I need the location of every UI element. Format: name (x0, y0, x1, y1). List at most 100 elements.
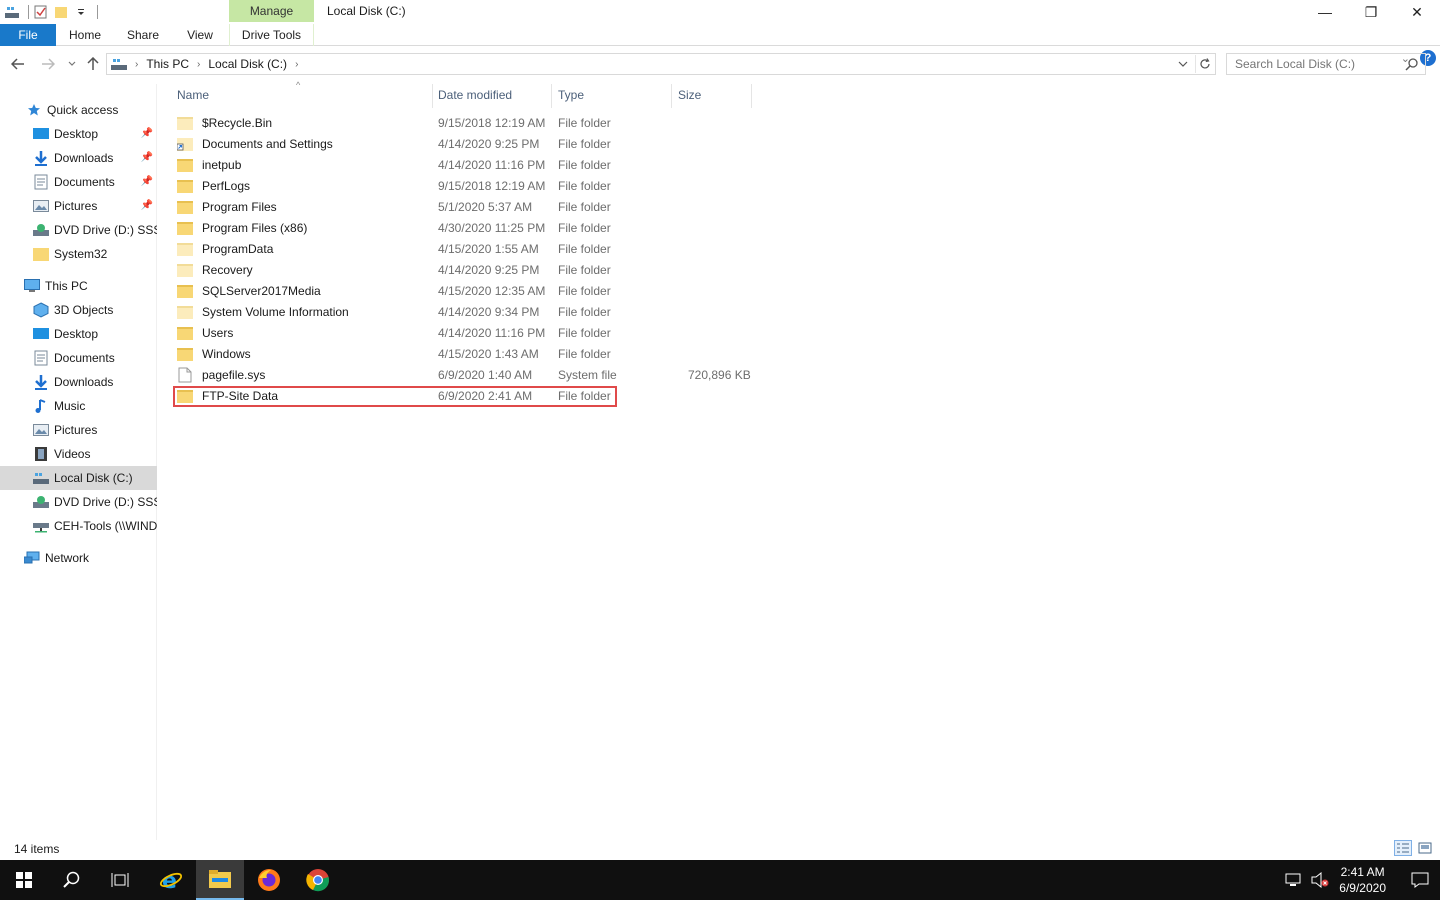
nav-quick-desktop[interactable]: Desktop 📌 (0, 122, 157, 146)
file-type: File folder (558, 346, 611, 361)
file-name-cell[interactable]: Windows (177, 343, 251, 364)
recent-locations-chevron-icon[interactable] (62, 54, 82, 74)
nav-pc-desktop[interactable]: Desktop (0, 322, 157, 346)
file-row[interactable]: pagefile.sys 6/9/2020 1:40 AM System file 7… (173, 364, 753, 385)
nav-pc-dvd-drive[interactable]: DVD Drive (D:) SSS_X (0, 490, 157, 514)
new-folder-icon[interactable] (53, 4, 69, 20)
minimize-button[interactable]: — (1302, 0, 1348, 24)
large-icons-view-icon[interactable] (1416, 840, 1434, 856)
nav-pc-music[interactable]: Music (0, 394, 157, 418)
file-row[interactable]: inetpub 4/14/2020 11:16 PM File folder (173, 154, 753, 175)
properties-icon[interactable] (33, 4, 49, 20)
nav-pc-videos[interactable]: Videos (0, 442, 157, 466)
file-row[interactable]: Documents and Settings 4/14/2020 9:25 PM F… (173, 133, 753, 154)
refresh-icon[interactable] (1195, 55, 1213, 73)
network-status-icon[interactable] (1285, 872, 1303, 888)
nav-pc-documents[interactable]: Documents (0, 346, 157, 370)
file-row[interactable]: System Volume Information 4/14/2020 9:34 … (173, 301, 753, 322)
internet-explorer-button[interactable]: e (147, 860, 195, 900)
nav-quick-dvd-drive[interactable]: DVD Drive (D:) SSS_X (0, 218, 157, 242)
file-name-cell[interactable]: ProgramData (177, 238, 273, 259)
pin-icon[interactable]: 📌 (141, 176, 153, 187)
file-name-cell[interactable]: pagefile.sys (177, 364, 265, 385)
file-row[interactable]: Users 4/14/2020 11:16 PM File folder (173, 322, 753, 343)
file-row[interactable]: FTP-Site Data 6/9/2020 2:41 AM File folder (173, 385, 753, 406)
toolbar-divider (28, 5, 29, 19)
file-row[interactable]: Program Files 5/1/2020 5:37 AM File folder (173, 196, 753, 217)
file-name-cell[interactable]: PerfLogs (177, 175, 250, 196)
column-header-name[interactable]: Name (171, 84, 431, 106)
tab-file[interactable]: File (0, 24, 56, 46)
chrome-button[interactable] (294, 860, 342, 900)
breadcrumb-chevron-icon[interactable]: › (295, 59, 298, 70)
column-header-size[interactable]: Size (672, 84, 752, 106)
file-name-cell[interactable]: Program Files (177, 196, 277, 217)
tab-view[interactable]: View (172, 24, 228, 46)
forward-arrow-icon[interactable] (38, 54, 58, 74)
file-row[interactable]: SQLServer2017Media 4/15/2020 12:35 AM File… (173, 280, 753, 301)
file-name-cell[interactable]: SQLServer2017Media (177, 280, 321, 301)
file-name-cell[interactable]: System Volume Information (177, 301, 349, 322)
folder-icon (177, 220, 193, 236)
search-icon[interactable] (1405, 57, 1419, 71)
file-name-cell[interactable]: $Recycle.Bin (177, 112, 272, 133)
tab-home[interactable]: Home (56, 24, 114, 46)
search-taskbar-button[interactable] (48, 860, 96, 900)
tab-drive-tools[interactable]: Drive Tools (229, 24, 314, 46)
file-explorer-button[interactable] (196, 860, 244, 900)
file-row[interactable]: PerfLogs 9/15/2018 12:19 AM File folder (173, 175, 753, 196)
file-row[interactable]: Program Files (x86) 4/30/2020 11:25 PM Fil… (173, 217, 753, 238)
search-input[interactable] (1235, 57, 1395, 71)
nav-quick-system32[interactable]: System32 (0, 242, 157, 266)
column-divider[interactable] (751, 84, 752, 108)
column-header-date[interactable]: Date modified (432, 84, 552, 106)
breadcrumb-chevron-icon[interactable]: › (135, 59, 138, 70)
tab-share[interactable]: Share (114, 24, 172, 46)
breadcrumb-this-pc[interactable]: This PC (146, 57, 189, 71)
volume-muted-icon[interactable] (1311, 872, 1329, 888)
toolbar-divider (97, 5, 98, 19)
breadcrumb-chevron-icon[interactable]: › (197, 59, 200, 70)
file-name-cell[interactable]: Documents and Settings (177, 133, 333, 154)
address-dropdown-icon[interactable] (1175, 56, 1191, 72)
file-name-cell[interactable]: Recovery (177, 259, 253, 280)
nav-this-pc[interactable]: This PC (0, 274, 157, 298)
pin-icon[interactable]: 📌 (141, 128, 153, 139)
breadcrumb-local-disk[interactable]: Local Disk (C:) (208, 57, 287, 71)
file-name-cell[interactable]: inetpub (177, 154, 241, 175)
up-arrow-icon[interactable] (83, 54, 103, 74)
file-row[interactable]: Recovery 4/14/2020 9:25 PM File folder (173, 259, 753, 280)
file-name-cell[interactable]: Program Files (x86) (177, 217, 307, 238)
address-bar[interactable]: › This PC › Local Disk (C:) › (106, 53, 1216, 75)
details-view-icon[interactable] (1394, 840, 1412, 856)
nav-quick-documents[interactable]: Documents 📌 (0, 170, 157, 194)
nav-quick-downloads[interactable]: Downloads 📌 (0, 146, 157, 170)
search-box[interactable] (1226, 53, 1426, 75)
customize-toolbar-icon[interactable] (73, 4, 89, 20)
firefox-button[interactable] (245, 860, 293, 900)
folder-icon (177, 346, 193, 362)
notification-center-button[interactable] (1400, 860, 1440, 900)
file-row[interactable]: $Recycle.Bin 9/15/2018 12:19 AM File folde… (173, 112, 753, 133)
nav-pc-downloads[interactable]: Downloads (0, 370, 157, 394)
clock[interactable]: 2:41 AM 6/9/2020 (1339, 864, 1386, 896)
file-name-cell[interactable]: Users (177, 322, 233, 343)
nav-3d-objects[interactable]: 3D Objects (0, 298, 157, 322)
task-view-button[interactable] (96, 860, 144, 900)
column-header-type[interactable]: Type (552, 84, 672, 106)
nav-pc-local-disk[interactable]: Local Disk (C:) (0, 466, 157, 490)
file-row[interactable]: ProgramData 4/15/2020 1:55 AM File folder (173, 238, 753, 259)
nav-network[interactable]: Network (0, 546, 157, 570)
file-name-cell[interactable]: FTP-Site Data (177, 385, 278, 406)
pin-icon[interactable]: 📌 (141, 200, 153, 211)
nav-pc-ceh-tools[interactable]: CEH-Tools (\\WIND (0, 514, 157, 538)
nav-quick-access[interactable]: Quick access (0, 98, 157, 122)
restore-button[interactable]: ❐ (1348, 0, 1394, 24)
nav-quick-pictures[interactable]: Pictures 📌 (0, 194, 157, 218)
pin-icon[interactable]: 📌 (141, 152, 153, 163)
file-row[interactable]: Windows 4/15/2020 1:43 AM File folder (173, 343, 753, 364)
nav-pc-pictures[interactable]: Pictures (0, 418, 157, 442)
close-button[interactable]: ✕ (1394, 0, 1440, 24)
back-arrow-icon[interactable] (8, 54, 28, 74)
start-button[interactable] (0, 860, 48, 900)
